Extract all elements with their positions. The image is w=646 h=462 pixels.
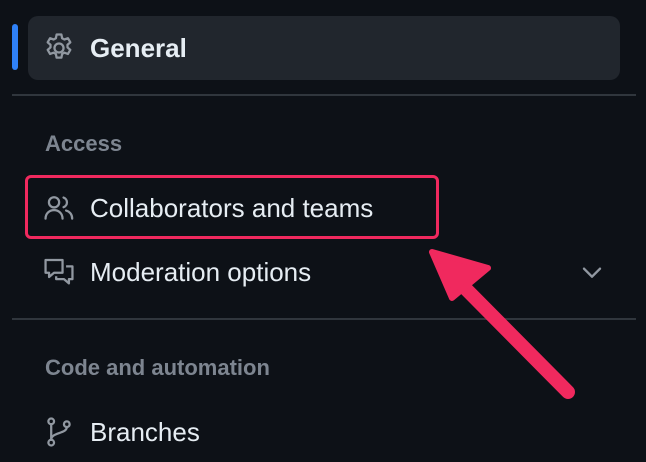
settings-sidebar: General Access Collaborators and teams M… — [0, 0, 646, 462]
sidebar-item-branches[interactable]: Branches — [28, 402, 608, 462]
section-heading-access: Access — [45, 131, 123, 156]
sidebar-item-label: Collaborators and teams — [90, 193, 374, 223]
sidebar-item-general[interactable]: General — [28, 16, 620, 80]
git-branch-icon — [42, 415, 76, 449]
active-indicator — [12, 24, 18, 70]
sidebar-item-label: General — [90, 33, 187, 63]
comment-discussion-icon — [42, 255, 76, 289]
sidebar-item-label: Moderation options — [90, 257, 312, 287]
gear-icon — [42, 31, 76, 65]
sidebar-item-collaborators[interactable]: Collaborators and teams — [28, 178, 588, 238]
people-icon — [42, 191, 76, 225]
chevron-down-icon[interactable] — [576, 256, 608, 288]
section-heading-code-automation: Code and automation — [45, 355, 270, 380]
sidebar-item-moderation[interactable]: Moderation options — [28, 242, 608, 302]
sidebar-item-label: Branches — [90, 417, 200, 447]
divider — [12, 94, 636, 96]
divider — [12, 318, 636, 320]
